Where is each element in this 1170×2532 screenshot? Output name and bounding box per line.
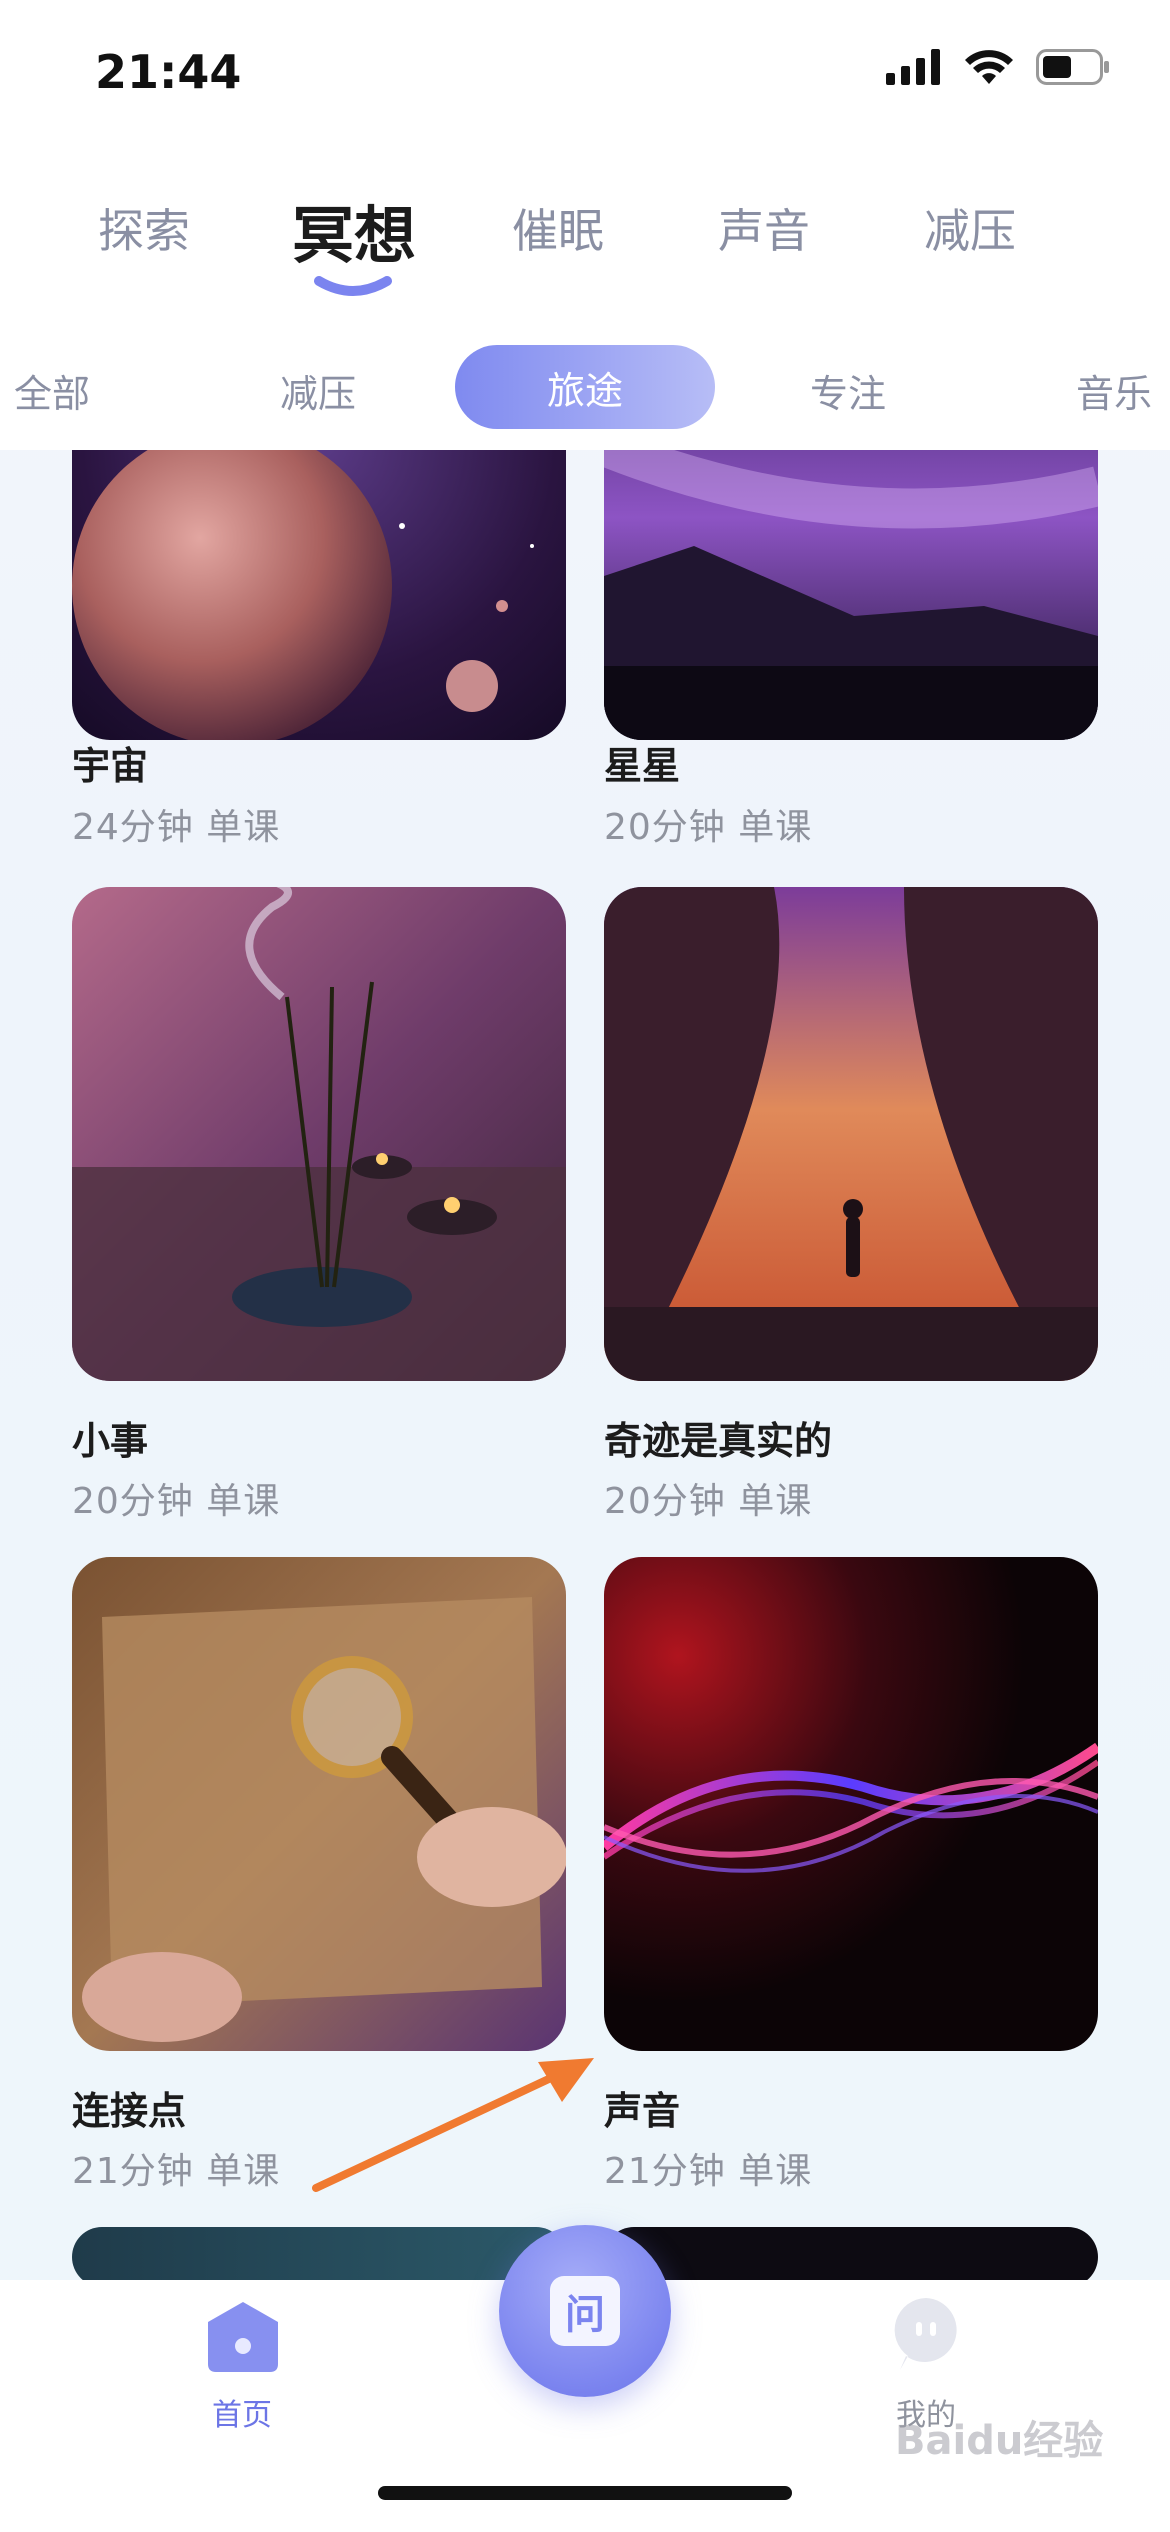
cellular-signal-icon xyxy=(886,49,940,85)
profile-icon xyxy=(894,2298,957,2370)
active-tab-indicator xyxy=(314,276,392,296)
course-title: 星星 xyxy=(604,744,681,788)
ask-icon: 问 xyxy=(550,2276,620,2346)
course-grid: 宇宙 24分钟 单课 星星 20分钟 单课 小事 20分钟 单课 奇迹是真实的 … xyxy=(0,450,1170,2280)
tab-sound[interactable]: 声音 xyxy=(718,195,810,261)
home-icon xyxy=(208,2302,278,2372)
status-time: 21:44 xyxy=(95,45,242,99)
course-meta: 21分钟 单课 xyxy=(72,2151,281,2192)
nav-home-label: 首页 xyxy=(212,2398,272,2433)
subtab-focus[interactable]: 专注 xyxy=(810,363,886,418)
tab-explore[interactable]: 探索 xyxy=(98,195,190,261)
status-bar: 21:44 xyxy=(0,0,1170,150)
course-thumbnail xyxy=(604,887,1098,1381)
subtab-all[interactable]: 全部 xyxy=(14,363,90,418)
course-thumbnail xyxy=(72,887,566,1381)
course-thumbnail xyxy=(604,1557,1098,2051)
subtab-journey[interactable]: 旅途 xyxy=(455,345,715,429)
subtab-relax[interactable]: 减压 xyxy=(280,363,356,418)
top-tabs: 探索 冥想 催眠 声音 减压 xyxy=(0,195,1170,285)
home-indicator xyxy=(378,2486,792,2500)
course-thumbnail-partial xyxy=(72,2227,566,2280)
watermark: Baidu经验 xyxy=(895,2418,1104,2464)
course-title: 小事 xyxy=(72,1419,149,1463)
tab-meditation[interactable]: 冥想 xyxy=(292,185,416,275)
course-meta: 21分钟 单课 xyxy=(604,2151,813,2192)
tab-hypnosis[interactable]: 催眠 xyxy=(512,195,604,261)
course-title: 连接点 xyxy=(72,2089,187,2133)
sub-tabs: 全部 减压 旅途 专注 音乐 xyxy=(0,345,1170,435)
course-title: 宇宙 xyxy=(72,744,149,788)
course-meta: 20分钟 单课 xyxy=(604,1481,813,1522)
annotation-arrow xyxy=(312,2058,594,2192)
course-meta: 20分钟 单课 xyxy=(72,1481,281,1522)
course-meta: 20分钟 单课 xyxy=(604,807,813,848)
battery-icon xyxy=(1036,49,1109,85)
category-header: 探索 冥想 催眠 声音 减压 全部 减压 旅途 专注 音乐 xyxy=(0,150,1170,450)
course-thumbnail xyxy=(72,1557,566,2051)
status-icons xyxy=(886,48,1110,86)
course-thumbnail xyxy=(72,450,566,740)
course-title: 奇迹是真实的 xyxy=(604,1419,833,1463)
subtab-music[interactable]: 音乐 xyxy=(1076,363,1152,418)
course-thumbnail xyxy=(604,450,1098,740)
tab-relax[interactable]: 减压 xyxy=(924,195,1016,261)
course-thumbnail-partial xyxy=(604,2227,1098,2280)
ask-button[interactable]: 问 xyxy=(499,2225,671,2397)
course-meta: 24分钟 单课 xyxy=(72,807,281,848)
wifi-icon xyxy=(965,50,1013,84)
